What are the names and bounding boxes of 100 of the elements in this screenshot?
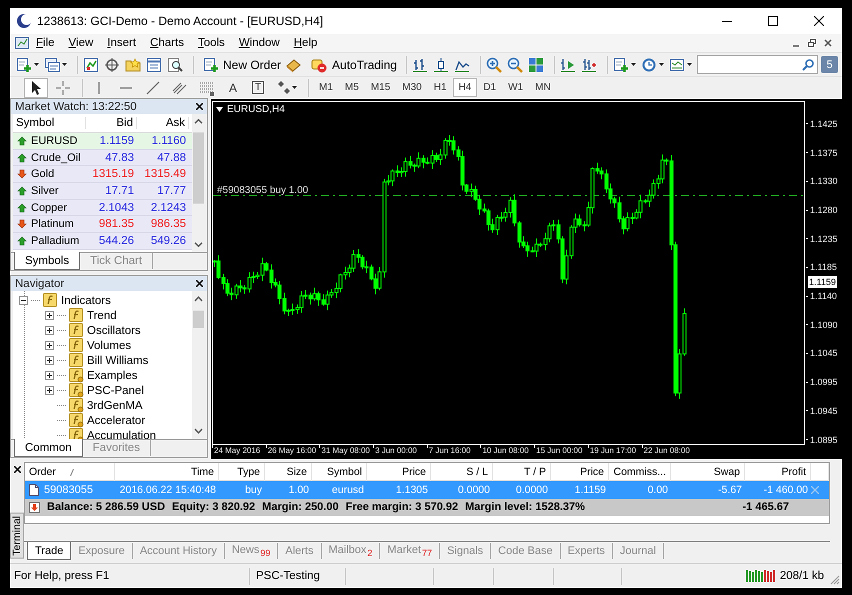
timeframe-button[interactable]: M5 [338,78,365,97]
timeframe-button[interactable]: M15 [364,78,396,97]
caret-icon[interactable] [630,61,636,68]
bar-chart-icon[interactable] [412,56,428,72]
expand-icon[interactable] [45,356,54,365]
table-row[interactable]: Copper 2.1043 2.1243 [13,200,192,216]
expand-icon[interactable] [45,371,54,380]
book-icon[interactable] [285,56,302,72]
expand-icon[interactable] [45,311,54,320]
table-row[interactable]: Platinum 981.35 986.35 [13,216,192,234]
text-tool-button[interactable]: A [222,78,244,98]
label-tool-button[interactable]: T [247,78,269,98]
tree-item[interactable]: Bill Williams [87,354,148,366]
expand-icon[interactable] [45,326,54,335]
tree-item[interactable]: 3rdGenMA [87,400,143,412]
close-icon[interactable] [196,103,203,110]
caret-icon[interactable] [686,61,692,68]
restore-icon[interactable] [808,39,816,47]
stacked-windows-icon[interactable] [44,56,60,72]
search-field[interactable] [696,55,818,74]
expand-icon[interactable] [45,341,54,350]
timeframe-button[interactable]: M1 [313,78,339,97]
tile-windows-icon[interactable] [528,56,544,72]
menu-item[interactable]: Window [232,37,287,49]
function-gear-icon[interactable] [69,428,84,439]
menu-item[interactable]: Charts [143,37,191,49]
template-icon[interactable] [668,56,685,72]
dropdown-triangle-icon[interactable] [216,107,223,112]
document-plus-icon[interactable] [16,56,32,72]
zoom-out-icon[interactable] [506,56,523,72]
timeframe-button[interactable]: W1 [502,78,530,97]
tab[interactable]: Market$_{77}$ [380,543,440,559]
timeframe-button[interactable]: H4 [452,78,478,97]
function-gear-icon[interactable] [69,413,84,428]
timeframe-button[interactable]: M30 [396,78,428,97]
tab[interactable]: Mailbox$_{2}$ [322,543,380,559]
fibonacci-icon[interactable] [199,80,215,96]
function-gear-icon[interactable] [69,383,84,398]
list-window-icon[interactable] [146,56,162,72]
tab[interactable]: News$_{99}$ [224,543,278,559]
chart-window-icon[interactable] [83,56,99,72]
caret-icon[interactable] [62,61,67,68]
scrollbar-drawing[interactable] [192,291,205,439]
caret-icon[interactable] [292,84,297,91]
candlestick-icon[interactable] [432,56,449,72]
tree-item[interactable]: Trend [87,310,117,322]
menu-item[interactable]: File [29,37,62,49]
channel-icon[interactable] [172,80,188,96]
close-icon[interactable] [814,16,824,26]
tree-item[interactable]: Accumulation [87,430,156,439]
shapes-icon[interactable] [276,80,292,96]
table-row[interactable]: Crude_Oil 47.83 47.88 [13,150,192,166]
tree-item[interactable]: Indicators [61,294,111,306]
star-folder-icon[interactable] [125,56,141,72]
zoom-in-icon[interactable] [486,56,502,72]
close-icon[interactable] [824,39,832,47]
notification-badge[interactable]: 5 [821,56,838,73]
table-row[interactable]: Gold 1315.19 1315.49 [13,166,192,184]
timeframe-button[interactable]: H1 [428,78,453,97]
magnifier-document-icon[interactable] [167,56,183,72]
clock-icon[interactable] [640,56,657,72]
function-gear-icon[interactable] [69,398,84,413]
menu-item[interactable]: Tools [190,37,232,49]
tree-item[interactable]: Accelerator [87,414,146,426]
maximize-icon[interactable] [768,16,778,26]
menu-item[interactable]: View [62,37,100,49]
trend-line-icon[interactable] [145,80,161,96]
crosshair-icon[interactable] [104,56,120,72]
function-gear-icon[interactable] [69,368,84,383]
resize-grip-icon[interactable] [830,575,840,585]
auto-trading-button[interactable]: AutoTrading [306,54,401,74]
scrollbar-drawing[interactable] [192,114,205,252]
chart-shift-icon[interactable] [580,56,597,72]
timeframe-button[interactable]: D1 [477,78,502,97]
caret-icon[interactable] [658,61,664,68]
expand-icon[interactable] [45,386,54,395]
close-icon[interactable] [14,466,20,473]
function-icon[interactable] [43,293,58,308]
tab[interactable]: Trade [27,542,72,560]
tree-item[interactable]: Volumes [87,340,132,352]
table-row[interactable]: EURUSD 1.1159 1.1160 [13,133,192,150]
function-icon[interactable] [69,323,84,338]
function-icon[interactable] [69,308,84,323]
tab[interactable]: Common [14,439,83,457]
timeframe-button[interactable]: MN [529,78,557,97]
auto-scroll-icon[interactable] [560,56,576,72]
document-plus-icon[interactable] [612,56,629,72]
crosshair-icon[interactable] [55,80,71,96]
collapse-icon[interactable] [19,296,28,305]
menu-item[interactable]: Insert [100,37,144,49]
function-icon[interactable] [69,338,84,353]
tab[interactable]: Symbols [14,252,80,270]
tree-item[interactable]: Examples [87,370,138,382]
tree-item[interactable]: Oscillators [87,324,141,336]
tree-item[interactable]: PSC-Panel [87,384,144,396]
new-order-button[interactable]: New Order [199,54,286,74]
menu-item[interactable]: Help [286,37,324,49]
table-row[interactable]: Palladium 544.26 549.26 [13,233,192,250]
caret-icon[interactable] [34,61,39,68]
close-icon[interactable] [196,280,203,287]
